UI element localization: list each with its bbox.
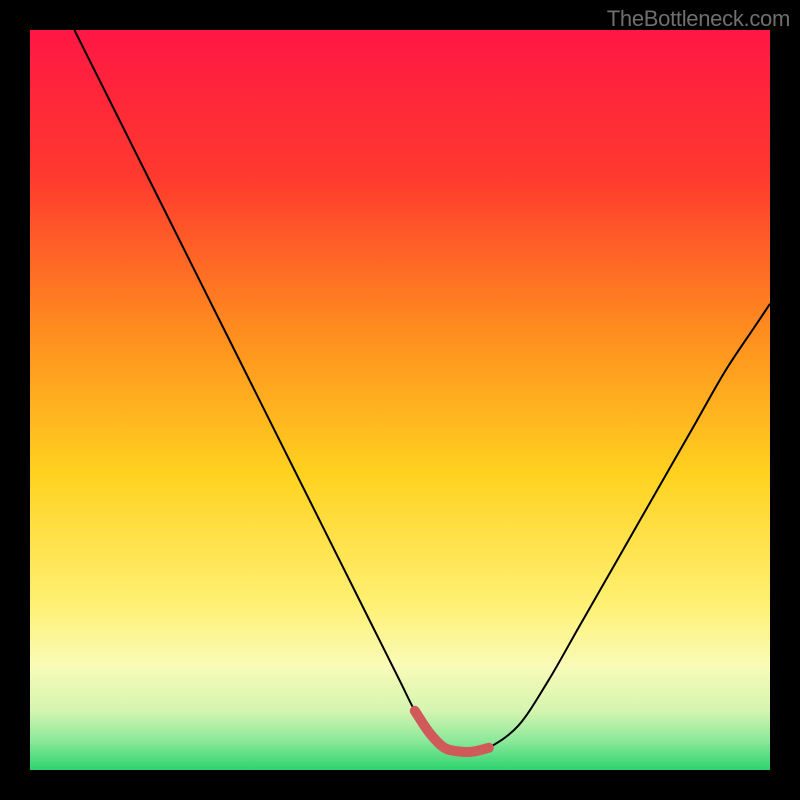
bottleneck-curve-line [74, 30, 770, 752]
chart-plot-area [30, 30, 770, 770]
bottleneck-curve-svg [30, 30, 770, 770]
chart-frame [30, 30, 770, 770]
optimal-zone-marker [415, 711, 489, 752]
attribution-text: TheBottleneck.com [607, 6, 790, 32]
